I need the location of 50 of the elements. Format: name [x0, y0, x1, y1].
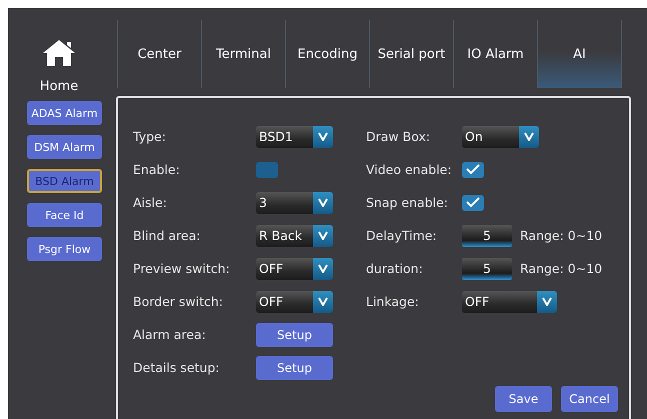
- tab[interactable]: Terminal: [201, 20, 285, 88]
- chevron-down-icon: [318, 132, 328, 141]
- field-label: Linkage:: [366, 294, 420, 309]
- chevron-down-icon: [318, 231, 328, 240]
- setup-button[interactable]: Setup: [256, 356, 333, 380]
- home-icon[interactable]: [42, 39, 76, 67]
- dropdown[interactable]: 3: [256, 192, 333, 214]
- dropdown[interactable]: OFF: [256, 258, 333, 280]
- tab[interactable]: AI: [537, 20, 622, 88]
- dropdown[interactable]: On: [462, 126, 539, 148]
- field-label: Blind area:: [133, 228, 202, 243]
- cancel-button[interactable]: Cancel: [561, 386, 618, 412]
- sidebar-button[interactable]: DSM Alarm: [27, 135, 102, 159]
- sidebar-button[interactable]: Face Id: [27, 203, 102, 227]
- range-text: Range: 0~10: [520, 228, 602, 243]
- setup-button[interactable]: Setup: [256, 322, 333, 346]
- field-label: Border switch:: [133, 294, 224, 309]
- dropdown[interactable]: OFF: [256, 290, 333, 312]
- range-text: Range: 0~10: [520, 261, 602, 276]
- checkbox[interactable]: [256, 162, 278, 178]
- tab[interactable]: Serial port: [369, 20, 453, 88]
- tab[interactable]: Encoding: [285, 20, 369, 88]
- checkbox[interactable]: [462, 162, 484, 178]
- chevron-down-icon: [524, 132, 534, 141]
- field-label: Type:: [133, 129, 167, 144]
- number-field[interactable]: 5: [462, 224, 512, 246]
- field-label: Video enable:: [366, 162, 453, 177]
- dropdown[interactable]: BSD1: [256, 126, 333, 148]
- dropdown[interactable]: R Back: [256, 224, 333, 246]
- chevron-down-icon: [318, 198, 328, 207]
- home-label[interactable]: Home: [40, 79, 78, 94]
- field-label: Enable:: [133, 162, 181, 177]
- field-label: Alarm area:: [133, 327, 207, 342]
- field-label: Details setup:: [133, 360, 220, 375]
- sidebar-button[interactable]: Psgr Flow: [27, 237, 102, 261]
- sidebar-button[interactable]: ADAS Alarm: [27, 101, 102, 125]
- chevron-down-icon: [318, 297, 328, 306]
- chevron-down-icon: [542, 297, 552, 306]
- chevron-down-icon: [318, 264, 328, 273]
- number-field[interactable]: 5: [462, 258, 512, 280]
- field-label: duration:: [366, 261, 424, 276]
- dropdown[interactable]: OFF: [462, 290, 557, 312]
- field-label: Aisle:: [133, 195, 168, 210]
- field-label: DelayTime:: [366, 228, 438, 243]
- field-label: Snap enable:: [366, 195, 450, 210]
- field-label: Preview switch:: [133, 261, 231, 276]
- field-label: Draw Box:: [366, 129, 432, 144]
- save-button[interactable]: Save: [495, 386, 552, 412]
- tab[interactable]: Center: [117, 20, 201, 88]
- checkbox[interactable]: [462, 194, 484, 210]
